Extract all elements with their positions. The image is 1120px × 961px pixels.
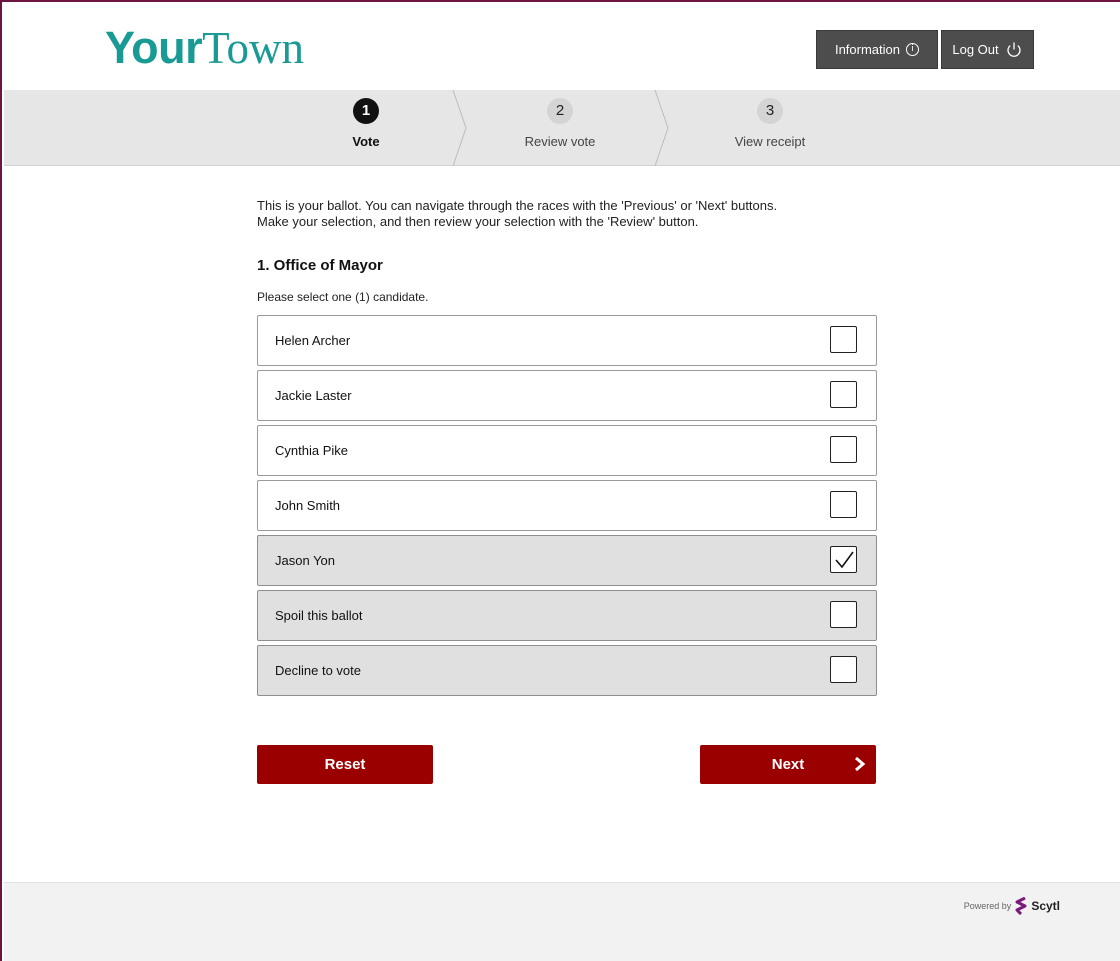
candidate-name: Cynthia Pike [275, 443, 348, 458]
candidate-name: Jackie Laster [275, 388, 352, 403]
logout-label: Log Out [952, 42, 999, 57]
yourtown-logo[interactable]: YourTown [105, 22, 304, 74]
step-label: Review vote [524, 134, 596, 149]
step-view-receipt: 3 View receipt [710, 90, 830, 166]
candidate-option[interactable]: Jackie Laster [257, 370, 877, 421]
intro-line: This is your ballot. You can navigate th… [257, 198, 778, 213]
scytl-logo-icon [1015, 897, 1027, 915]
step-review-vote: 2 Review vote [504, 90, 616, 166]
logout-button[interactable]: Log Out [941, 30, 1034, 69]
information-button[interactable]: Information i [816, 30, 938, 69]
footer: Powered by Scytl [4, 882, 1120, 961]
step-number: 2 [547, 98, 573, 124]
intro-line: Make your selection, and then review you… [257, 214, 699, 229]
ballot-instructions: This is your ballot. You can navigate th… [257, 198, 897, 230]
spoil-ballot-option[interactable]: Spoil this ballot [257, 590, 877, 641]
power-icon [1007, 42, 1021, 57]
decline-vote-option[interactable]: Decline to vote [257, 645, 877, 696]
progress-stepper: 1 Vote 2 Review vote 3 View receipt [4, 90, 1120, 166]
candidate-name: John Smith [275, 498, 341, 513]
step-number: 3 [757, 98, 783, 124]
page-frame: YourTown Information i Log Out 1 Vote 2 … [0, 0, 1120, 961]
selection-instruction: Please select one (1) candidate. [257, 290, 429, 304]
reset-label: Reset [324, 756, 366, 773]
candidate-name: Jason Yon [275, 553, 336, 568]
decline-vote-checkbox[interactable] [830, 656, 857, 683]
race-title: 1. Office of Mayor [257, 257, 383, 274]
candidate-checkbox[interactable] [830, 436, 857, 463]
powered-by-text: Powered by [963, 901, 1012, 911]
reset-button[interactable]: Reset [257, 745, 433, 784]
step-label: Vote [352, 134, 380, 149]
info-icon: i [906, 43, 920, 56]
scytl-brand: Scytl [1031, 899, 1060, 913]
candidate-list: Helen Archer Jackie Laster Cynthia Pike … [257, 315, 877, 700]
step-label: View receipt [734, 134, 806, 149]
checkmark-icon [835, 551, 854, 569]
step-vote: 1 Vote [311, 90, 421, 166]
powered-by: Powered by Scytl [964, 897, 1060, 915]
candidate-checkbox[interactable] [830, 491, 857, 518]
candidate-checkbox[interactable] [830, 381, 857, 408]
option-label: Decline to vote [275, 663, 361, 678]
step-number: 1 [353, 98, 379, 124]
candidate-option[interactable]: Helen Archer [257, 315, 877, 366]
step-separator [654, 90, 669, 166]
next-button[interactable]: Next [700, 745, 876, 784]
next-label: Next [771, 756, 805, 773]
candidate-option[interactable]: John Smith [257, 480, 877, 531]
chevron-right-icon [855, 757, 866, 771]
option-label: Spoil this ballot [275, 608, 363, 623]
step-separator [452, 90, 467, 166]
candidate-name: Helen Archer [275, 333, 351, 348]
logo-text-your: Your [105, 22, 203, 73]
candidate-checkbox[interactable] [830, 546, 857, 573]
candidate-checkbox[interactable] [830, 326, 857, 353]
logo-text-town: Town [202, 23, 305, 73]
header: YourTown Information i Log Out [2, 2, 1120, 90]
spoil-ballot-checkbox[interactable] [830, 601, 857, 628]
candidate-option-selected[interactable]: Jason Yon [257, 535, 877, 586]
information-label: Information [834, 42, 901, 57]
candidate-option[interactable]: Cynthia Pike [257, 425, 877, 476]
